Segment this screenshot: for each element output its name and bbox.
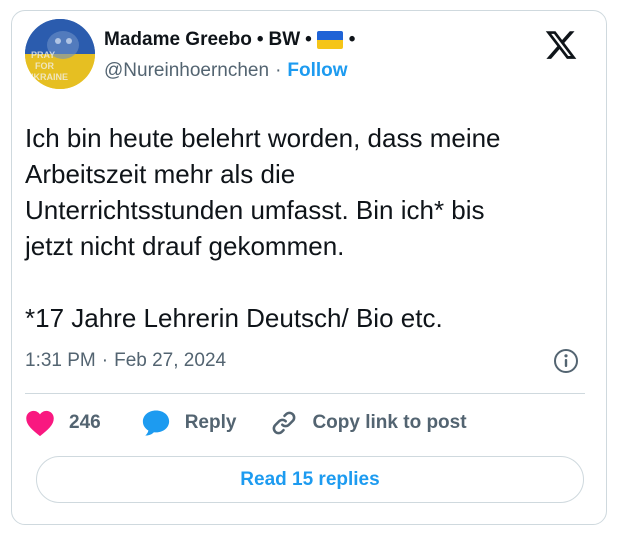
avatar-image: PRAY FOR UKRAINE (25, 19, 95, 89)
ukraine-flag-icon (316, 31, 343, 49)
handle-separator: · (275, 60, 282, 81)
follow-button[interactable]: Follow (287, 60, 347, 82)
divider (25, 393, 585, 394)
post-time[interactable]: 1:31 PM (25, 350, 96, 372)
svg-text:FOR: FOR (35, 61, 54, 71)
like-button[interactable]: 246 (25, 409, 101, 437)
read-replies-button[interactable]: Read 15 replies (36, 456, 584, 503)
speech-bubble-icon (142, 410, 169, 436)
author-handle[interactable]: @Nureinhoernchen (104, 60, 269, 82)
author-region: BW (268, 29, 301, 50)
author-name-row[interactable]: Madame Greebo • BW • • (104, 25, 355, 55)
post-timestamp[interactable]: 1:31 PM · Feb 27, 2024 (25, 346, 226, 376)
copy-link-label: Copy link to post (312, 412, 467, 433)
copy-link-button[interactable]: Copy link to post (270, 409, 467, 437)
avatar[interactable]: PRAY FOR UKRAINE (25, 19, 95, 89)
name-separator: • (305, 29, 312, 50)
like-count: 246 (69, 412, 101, 433)
timestamp-separator: · (101, 350, 109, 371)
action-bar: 246 Reply Copy link to post (25, 405, 467, 441)
x-logo-icon[interactable] (544, 28, 578, 62)
post-date[interactable]: Feb 27, 2024 (114, 350, 226, 372)
link-icon (273, 411, 296, 435)
reply-button[interactable]: Reply (141, 409, 237, 437)
author-name[interactable]: Madame Greebo (104, 29, 252, 51)
svg-text:PRAY: PRAY (31, 50, 55, 60)
post-text: Ich bin heute belehrt worden, dass meine… (25, 123, 501, 333)
author-handle-row: @Nureinhoernchen · Follow (104, 58, 348, 84)
info-icon[interactable] (553, 348, 579, 374)
heart-icon (26, 410, 54, 437)
name-separator: • (256, 29, 264, 50)
name-separator: • (348, 29, 356, 50)
reply-label: Reply (184, 412, 237, 433)
